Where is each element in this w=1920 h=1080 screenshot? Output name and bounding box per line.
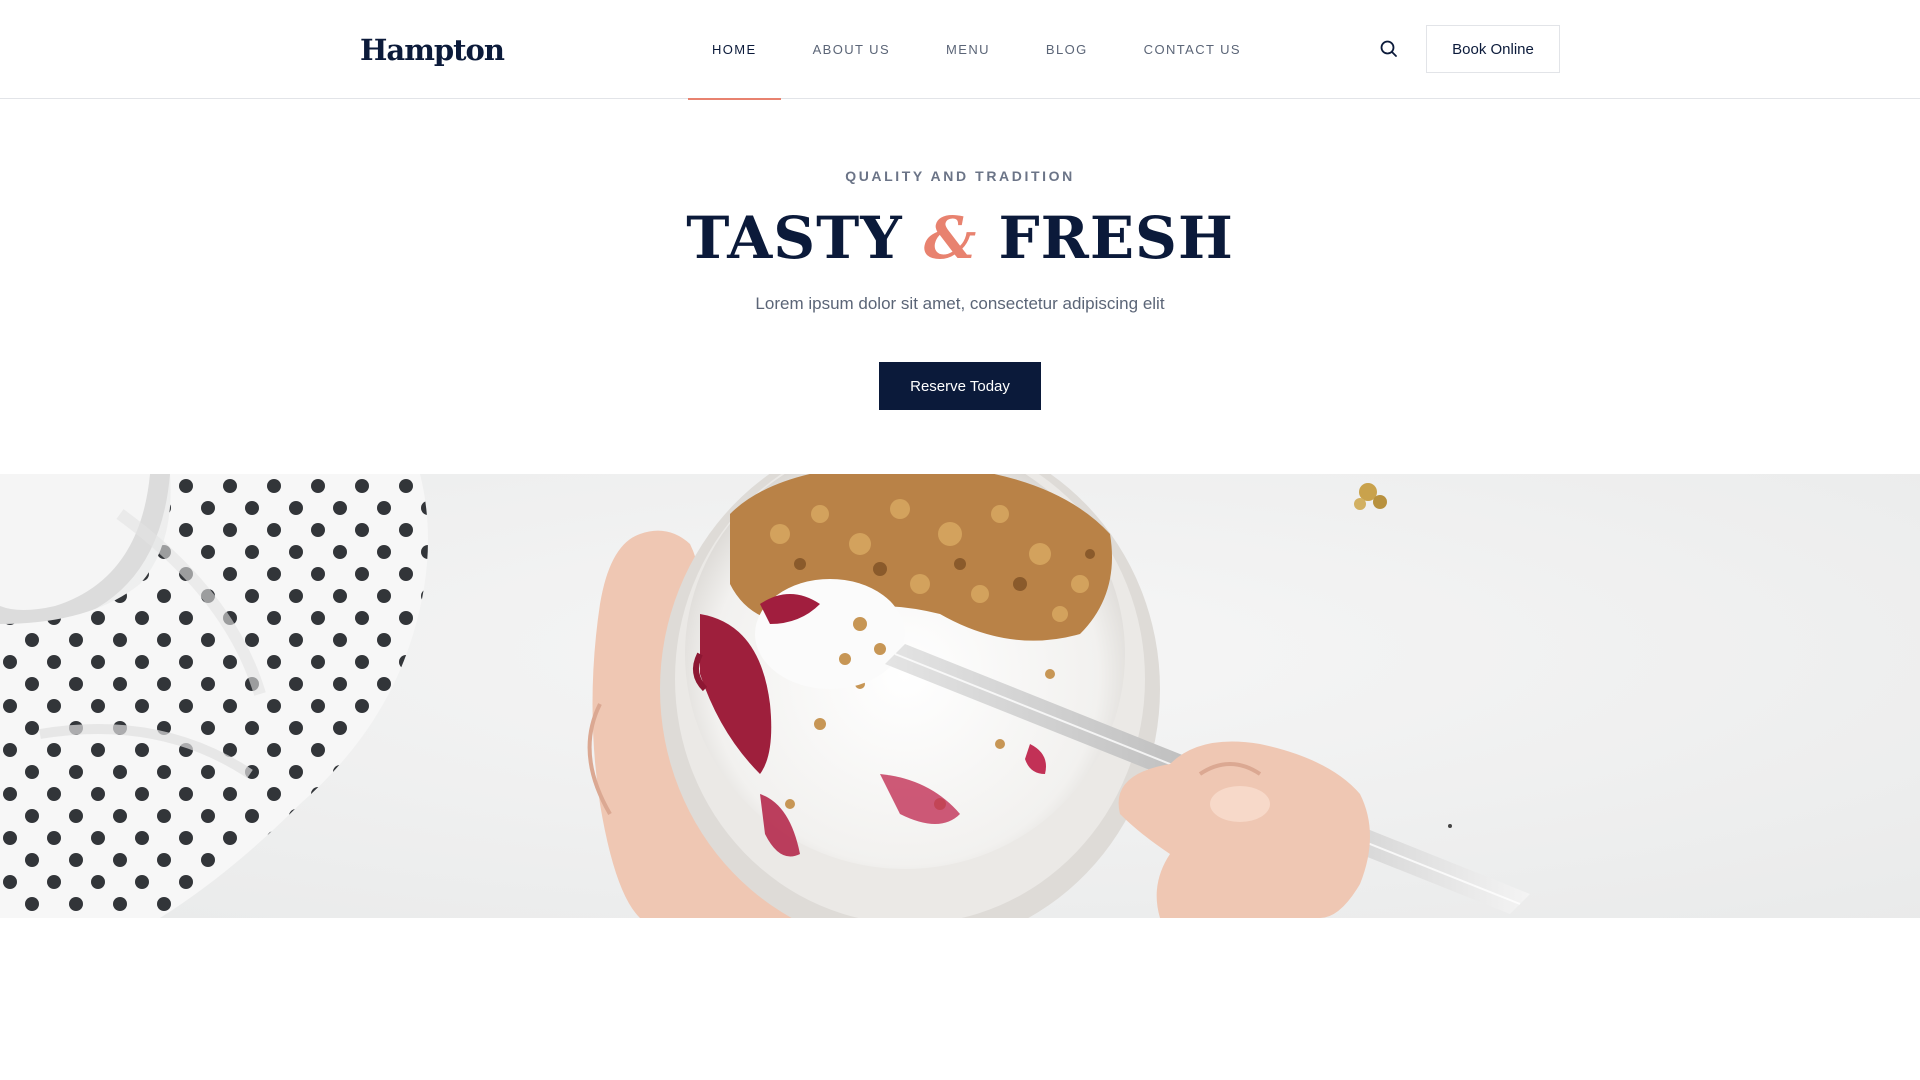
site-header: Hampton HOME ABOUT US MENU BLOG CONTACT … <box>0 0 1920 100</box>
search-icon[interactable] <box>1378 38 1400 60</box>
book-online-button[interactable]: Book Online <box>1426 25 1560 73</box>
headline-word-tasty: TASTY <box>686 204 903 272</box>
nav-item-menu[interactable]: MENU <box>922 0 1014 99</box>
headline-word-fresh: FRESH <box>998 204 1234 272</box>
nav-item-contact-us[interactable]: CONTACT US <box>1120 0 1265 99</box>
headline-ampersand: & <box>923 204 978 272</box>
main-nav: HOME ABOUT US MENU BLOG CONTACT US <box>688 0 1273 100</box>
nav-item-blog[interactable]: BLOG <box>1022 0 1112 99</box>
nav-item-about-us[interactable]: ABOUT US <box>789 0 914 99</box>
hero-subtitle: Lorem ipsum dolor sit amet, consectetur … <box>755 294 1165 313</box>
hero-eyebrow: QUALITY AND TRADITION <box>845 168 1075 184</box>
hero-headline: TASTY & FRESH <box>0 200 1920 276</box>
hero-food-image <box>0 474 1920 918</box>
hero-section: QUALITY AND TRADITION TASTY & FRESH Lore… <box>0 100 1920 474</box>
reserve-today-button[interactable]: Reserve Today <box>879 362 1041 410</box>
nav-item-home[interactable]: HOME <box>688 0 781 100</box>
logo[interactable]: Hampton <box>360 33 505 67</box>
